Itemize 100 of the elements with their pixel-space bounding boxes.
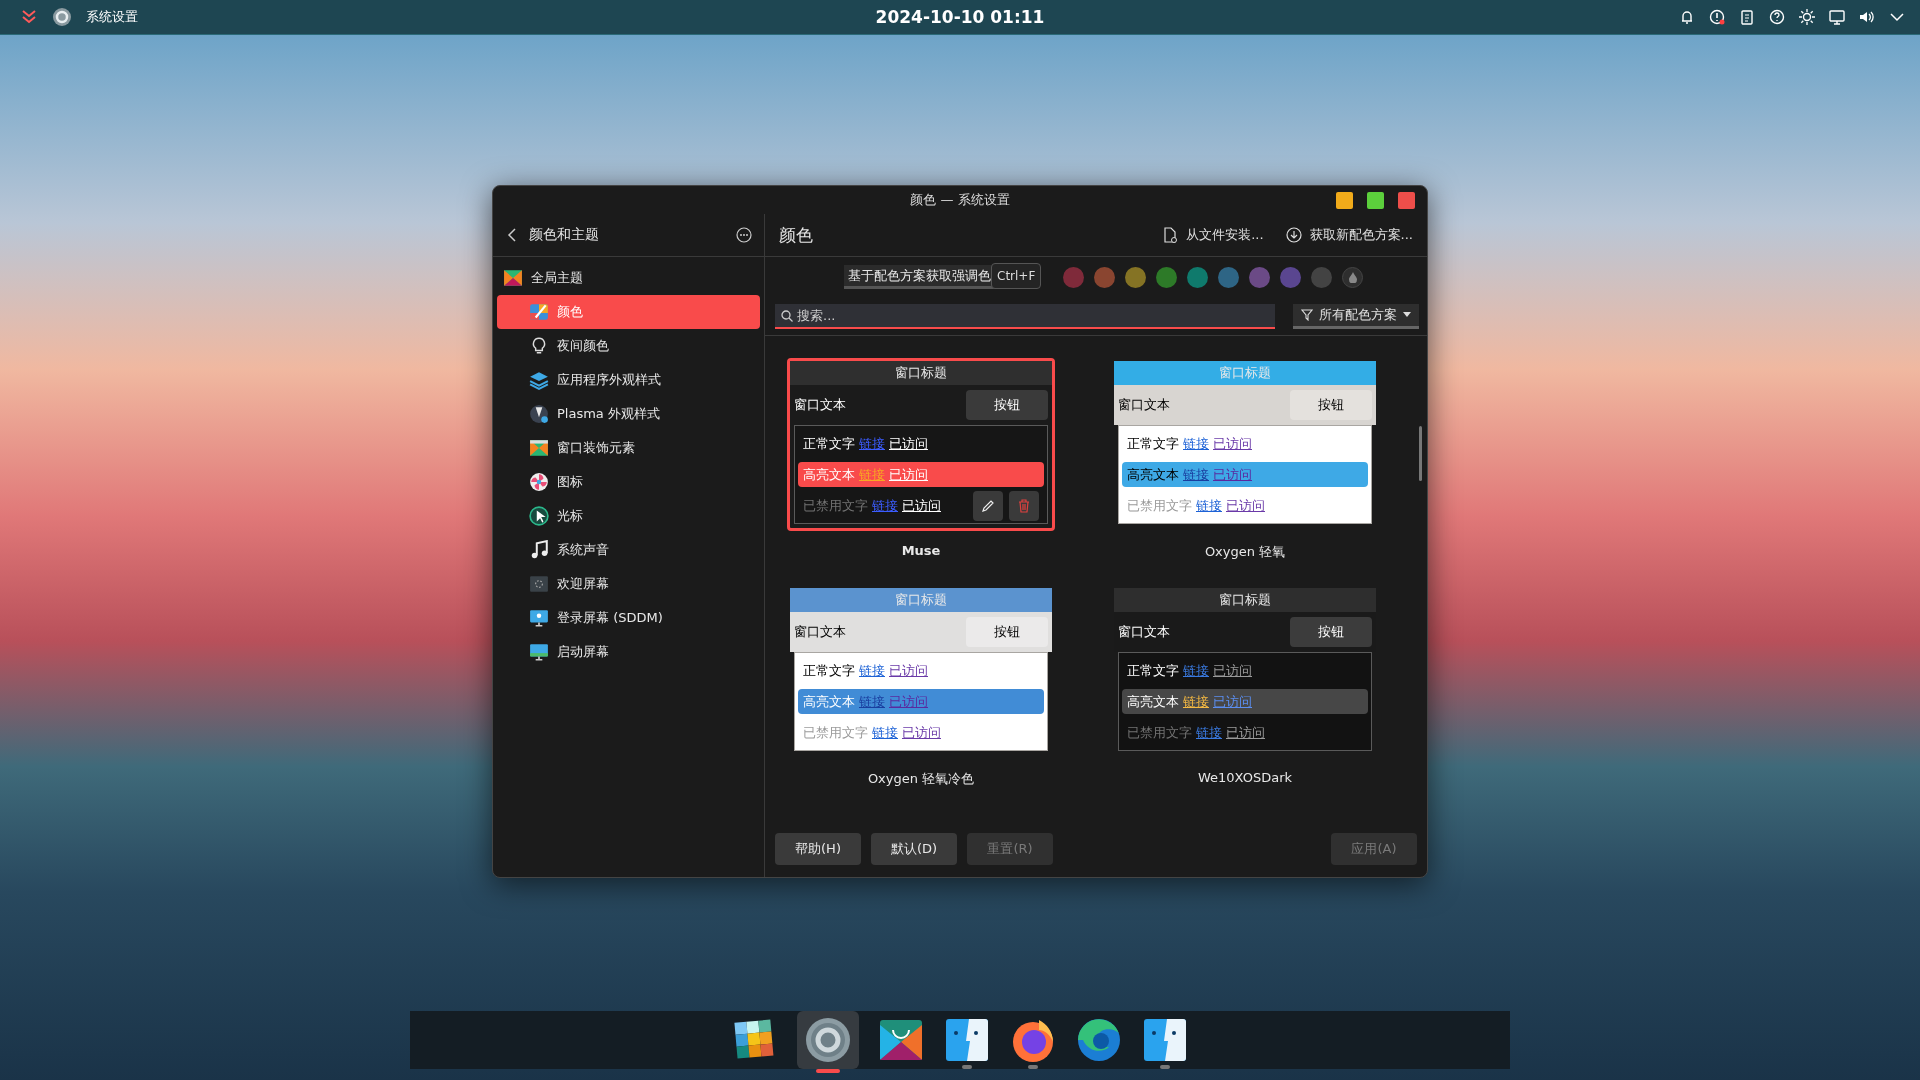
sample-text: 正常文字 (803, 434, 855, 453)
scheme-preview[interactable]: 窗口标题 窗口文本 按钮 正常文字 链接 已访问 高亮文本 链接 已访问 已禁用文字 链接 已访问 (1111, 358, 1379, 531)
sample-link: 链接 (872, 723, 898, 742)
help-icon[interactable] (1768, 8, 1786, 26)
sidebar-item[interactable]: 启动屏幕 (497, 635, 760, 669)
visited-link: 已访问 (1226, 496, 1265, 515)
gear-icon[interactable] (52, 7, 72, 27)
custom-color-button[interactable] (1342, 266, 1363, 288)
visited-link: 已访问 (889, 434, 928, 453)
cursor-icon (529, 506, 549, 526)
preview-window-text: 窗口文本 (1118, 623, 1170, 641)
sidebar-title: 颜色和主题 (529, 226, 599, 244)
gear-icon[interactable] (804, 1016, 852, 1064)
color-swatch[interactable] (1311, 266, 1332, 288)
file-icon (1162, 227, 1179, 243)
brightness-icon[interactable] (1798, 8, 1816, 26)
delete-button[interactable] (1009, 490, 1039, 521)
back-icon[interactable] (507, 227, 517, 243)
scheme-preview[interactable]: 窗口标题 窗口文本 按钮 正常文字 链接 已访问 高亮文本 链接 已访问 已禁用文字 链接 已访问 (787, 358, 1055, 531)
color-swatch[interactable] (1156, 266, 1177, 288)
color-swatch[interactable] (1218, 266, 1239, 288)
color-swatch[interactable] (1280, 266, 1301, 288)
sidebar-item[interactable]: 应用程序外观样式 (497, 363, 760, 397)
sidebar-item[interactable]: 登录屏幕 (SDDM) (497, 601, 760, 635)
sample-text: 正常文字 (1127, 434, 1179, 453)
scheme-preview[interactable]: 窗口标题 窗口文本 按钮 正常文字 链接 已访问 高亮文本 链接 已访问 已禁用文字 链接 已访问 (787, 585, 1055, 758)
preview-window-text: 窗口文本 (794, 623, 846, 641)
visited-link: 已访问 (889, 692, 928, 711)
accent-button[interactable]: 基于配色方案获取强调色 (844, 265, 995, 289)
sample-text: 高亮文本 (803, 692, 855, 711)
sample-link: 链接 (859, 661, 885, 680)
sidebar-item[interactable]: 图标 (497, 465, 760, 499)
preview-window-text: 窗口文本 (794, 396, 846, 414)
sample-text: 已禁用文字 (803, 723, 868, 742)
preview-button: 按钮 (966, 617, 1048, 647)
theme-icon (503, 268, 523, 288)
palette-icon (529, 302, 549, 322)
footer-button[interactable]: 默认(D) (871, 833, 957, 865)
sidebar-item[interactable]: 系统声音 (497, 533, 760, 567)
sample-link: 链接 (1183, 692, 1209, 711)
color-swatch[interactable] (1063, 266, 1084, 288)
sample-text: 高亮文本 (1127, 465, 1179, 484)
display-icon[interactable] (1828, 8, 1846, 26)
preview-button: 按钮 (966, 390, 1048, 420)
layers-icon (529, 370, 549, 390)
page-title: 颜色 (779, 223, 813, 247)
color-swatch[interactable] (1125, 266, 1146, 288)
preview-titlebar: 窗口标题 (1114, 361, 1376, 385)
color-swatch[interactable] (1249, 266, 1270, 288)
clipboard-icon[interactable] (1738, 8, 1756, 26)
sample-link: 链接 (1196, 723, 1222, 742)
double-chevron-icon[interactable] (20, 9, 38, 25)
sample-link: 链接 (859, 465, 885, 484)
face-icon[interactable] (943, 1016, 991, 1064)
music-note-icon (529, 540, 549, 560)
scheme-name: We10XOSDark (1197, 770, 1292, 785)
sidebar-item[interactable]: 窗口装饰元素 (497, 431, 760, 465)
pencil-icon (981, 498, 995, 513)
filter-icon (1301, 308, 1313, 321)
wave-globe-icon[interactable] (1075, 1016, 1123, 1064)
toolbar-button[interactable]: 从文件安装... (1162, 226, 1264, 244)
sidebar-item[interactable]: 欢迎屏幕 (497, 567, 760, 601)
window-title: 颜色 — 系统设置 (910, 191, 1010, 209)
sample-text: 高亮文本 (803, 465, 855, 484)
sidebar-item[interactable]: 全局主题 (497, 261, 760, 295)
toolbar-button[interactable]: 获取新配色方案... (1285, 226, 1413, 244)
visited-link: 已访问 (1213, 692, 1252, 711)
more-icon[interactable] (736, 227, 752, 243)
monitor-icon (529, 642, 549, 662)
monitor-icon (529, 608, 549, 628)
sidebar-item[interactable]: 夜间颜色 (497, 329, 760, 363)
dropdown-arrow-icon (1403, 312, 1411, 317)
edit-button[interactable] (973, 490, 1003, 521)
scheme-name: Muse (901, 543, 941, 558)
filter-dropdown[interactable]: 所有配色方案 (1293, 303, 1419, 329)
preview-titlebar: 窗口标题 (1114, 588, 1376, 612)
alert-icon[interactable] (1708, 8, 1726, 26)
visited-link: 已访问 (1213, 465, 1252, 484)
visited-link: 已访问 (1213, 661, 1252, 680)
scrollbar[interactable] (1419, 426, 1422, 481)
scheme-name: Oxygen 轻氧冷色 (867, 770, 975, 788)
face-icon[interactable] (1141, 1016, 1189, 1064)
search-field[interactable]: 搜索... (775, 303, 1275, 329)
shortcut-tooltip: Ctrl+F (991, 263, 1042, 289)
download-icon (1285, 227, 1302, 243)
scheme-name: Oxygen 轻氧 (1204, 543, 1286, 561)
footer-button[interactable]: 帮助(H) (775, 833, 861, 865)
sample-link: 链接 (1183, 434, 1209, 453)
sidebar-item[interactable]: Plasma 外观样式 (497, 397, 760, 431)
app-title: 系统设置 (86, 8, 138, 26)
sample-link: 链接 (1183, 465, 1209, 484)
sample-link: 链接 (859, 692, 885, 711)
visited-link: 已访问 (889, 661, 928, 680)
color-swatch[interactable] (1094, 266, 1115, 288)
color-swatch[interactable] (1187, 266, 1208, 288)
scheme-preview[interactable]: 窗口标题 窗口文本 按钮 正常文字 链接 已访问 高亮文本 链接 已访问 已禁用文字 链接 已访问 (1111, 585, 1379, 758)
sample-text: 正常文字 (803, 661, 855, 680)
clock[interactable]: 2024-10-10 01:11 (875, 7, 1045, 27)
sidebar-item[interactable]: 光标 (497, 499, 760, 533)
visited-link: 已访问 (902, 723, 941, 742)
